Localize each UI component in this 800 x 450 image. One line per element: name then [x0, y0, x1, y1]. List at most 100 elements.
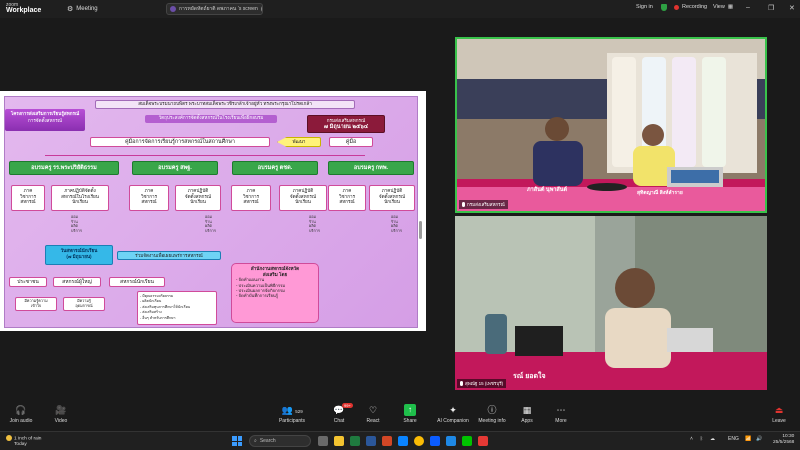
system-clock[interactable]: 10:30 25/5/2568 [773, 434, 794, 446]
participants-label: Participants [278, 418, 306, 424]
participants-button[interactable]: 👥 529 Participants [270, 404, 314, 424]
heart-icon: ♡ [368, 405, 378, 415]
side-title-block: โครงการส่งเสริมการเรียนรู้สหกรณ์ การจัดต… [5, 109, 85, 131]
chain-student-coop: สหกรณ์นักเรียน [109, 277, 165, 287]
date-box-line1: กรมส่งเสริมสหกรณ์ [326, 118, 366, 123]
unit-box-4: ภาคปฏิบัติ จัดตั้งสหกรณ์ นักเรียน [175, 185, 221, 211]
zoom-taskbar-icon[interactable] [430, 436, 440, 446]
trainer-box-2: อบรมครู สพฐ. [132, 161, 218, 175]
join-audio-button[interactable]: 🎧 Join audio [0, 404, 42, 424]
file-explorer-icon[interactable] [334, 436, 344, 446]
lang-label: ENG [728, 436, 739, 442]
app-icon[interactable] [478, 436, 488, 446]
volume-icon[interactable]: 🔊 [756, 436, 762, 442]
more-options-icon[interactable]: ⋯ [260, 5, 262, 13]
wifi-icon[interactable]: 📶 [745, 436, 751, 442]
shared-screen: สมเด็จพระบรมนาถบพิตร พระบาทสมเด็จพระวชิร… [0, 91, 426, 331]
meeting-toolbar: 🎧 Join audio 🎥 Video 👥 529 Participants 💬… [0, 402, 800, 430]
slide-header-1: สมเด็จพระบรมนาถบพิตร พระบาทสมเด็จพระวชิร… [95, 100, 355, 109]
scrollbar[interactable] [419, 221, 422, 239]
leave-label: Leave [772, 418, 786, 424]
chain-adult-coop: สหกรณ์ผู้ใหญ่ [53, 277, 101, 287]
door-exit-icon: ⏏ [774, 405, 784, 415]
task-view-icon[interactable] [318, 436, 328, 446]
tile1-caption-left: ภาสันต์ นุพาสันต์ [527, 187, 568, 193]
activity-list-2: ออม ร้าน ผลิต บริการ [205, 215, 216, 233]
ai-sparkle-icon: ✦ [449, 405, 457, 415]
gear-icon: ⚙ [67, 6, 74, 13]
tile1-name: กรมส่งเสริมสหกรณ์ [467, 202, 505, 207]
shield-icon [661, 4, 667, 11]
word-icon[interactable] [366, 436, 376, 446]
leave-button[interactable]: ⏏ Leave [758, 404, 800, 424]
edge-icon[interactable] [398, 436, 408, 446]
manual-right-box: คู่มือ [329, 137, 373, 147]
slide-header-2: วัตถุประสงค์การจัดตั้งสหกรณ์ในโรงเรียนเพ… [145, 115, 277, 123]
security-badge[interactable] [661, 4, 667, 11]
powerpoint-icon[interactable] [382, 436, 392, 446]
meeting-menu-button[interactable]: ⚙ Meeting [67, 5, 98, 13]
camera-off-icon: 🎥 [55, 405, 67, 415]
tile2-caption: รณ์ ยอดใจ [513, 373, 546, 380]
manual-main-box: คู่มือการจัดการเรียนรู้การสหกรณ์ในสถานศึ… [90, 137, 270, 147]
apps-grid-icon: ▦ [522, 405, 532, 415]
taskbar-search[interactable]: ⌕ Search [249, 435, 311, 447]
sign-in-label: Sign in [636, 4, 653, 10]
activity-list-4: ออม ร้าน ผลิต บริการ [391, 215, 402, 233]
video-tile-active-speaker[interactable]: ภาสันต์ นุพาสันต์ สุทิดญาณี สิงห์ลำราย ก… [455, 37, 767, 213]
excel-icon[interactable] [350, 436, 360, 446]
title-bar: zoom Workplace ⚙ Meeting การหยัดหัตถ์ยาต… [0, 0, 800, 18]
share-banner-text: การหยัดหัตถ์ยาติ ดพภาคน ‘s screen [179, 6, 258, 12]
share-button[interactable]: ↑ Share [389, 404, 431, 424]
recording-indicator[interactable]: Recording [674, 4, 707, 10]
react-button[interactable]: ♡ React [352, 404, 394, 424]
video-tile-participant[interactable]: รณ์ ยอดใจ สุพณัฐ 15 (เพชรบุรี) [455, 216, 767, 390]
video-button[interactable]: 🎥 Video [40, 404, 82, 424]
onedrive-icon[interactable]: ☁ [710, 436, 715, 442]
sharer-avatar-icon [170, 6, 176, 12]
maximize-icon[interactable]: ❐ [768, 4, 774, 12]
apps-label: Apps [521, 418, 533, 424]
windows-start-icon[interactable] [232, 436, 242, 446]
detail-list-box: - มีคุณธรรมจริยธรรม - ผลิตนักเรียน - ส่ง… [137, 291, 217, 325]
trainer-box-1: อบรมครู รร.พระปริยัติธรรม [9, 161, 119, 175]
chain-note-1: มีความรู้ความ เข้าใจ [15, 297, 57, 311]
meeting-label: Meeting [76, 6, 98, 12]
share-up-arrow-icon: ↑ [404, 404, 416, 416]
more-label: More [555, 418, 567, 424]
record-dot-icon [674, 4, 679, 10]
close-icon[interactable]: ✕ [789, 4, 795, 12]
outlook-icon[interactable] [446, 436, 456, 446]
bluetooth-icon[interactable]: ᛒ [700, 436, 703, 442]
province-office-box: สำนักงานสหกรณ์จังหวัด ส่งเสริม โดย - จัด… [231, 263, 319, 323]
presentation-slide: สมเด็จพระบรมนาถบพิตร พระบาทสมเด็จพระวชิร… [4, 96, 418, 328]
screen-share-banner[interactable]: การหยัดหัตถ์ยาติ ดพภาคน ‘s screen ⋯ [166, 3, 263, 15]
unit-box-7: ภาค วิชาการ สหกรณ์ [328, 185, 366, 211]
chevron-up-icon[interactable]: ˄ [690, 436, 693, 442]
brand-line2: Workplace [6, 7, 42, 14]
clock-date: 25/5/2568 [773, 440, 795, 445]
chrome-icon[interactable] [414, 436, 424, 446]
trainer-box-4: อบรมครู กทพ. [328, 161, 414, 175]
headphones-icon: 🎧 [15, 405, 27, 415]
join-audio-label: Join audio [9, 418, 33, 424]
zoom-window: zoom Workplace ⚙ Meeting การหยัดหัตถ์ยาต… [0, 0, 800, 450]
video-frame-1 [457, 39, 765, 211]
minimize-icon[interactable]: – [746, 4, 750, 11]
coop-day-box: วันสหกรณ์นักเรียน (๗ มิถุนายน) [45, 245, 113, 265]
info-icon: ⓘ [487, 405, 497, 415]
view-menu-button[interactable]: View ▦ [713, 4, 733, 10]
line-icon[interactable] [462, 436, 472, 446]
weather-widget[interactable]: 1 inch of rain Today [6, 435, 41, 448]
unit-box-8: ภาคปฏิบัติ จัดตั้งสหกรณ์ นักเรียน [369, 185, 415, 211]
date-box-line2: ๗ มิถุนายน ๒๕๖๔ [323, 124, 369, 130]
search-placeholder: Search [259, 438, 276, 444]
sign-in-link[interactable]: Sign in [636, 4, 653, 10]
more-dots-icon: ⋯ [556, 405, 566, 415]
react-label: React [366, 418, 380, 424]
more-button[interactable]: ⋯ More [540, 404, 582, 424]
tile1-caption-right: สุทิดญาณี สิงห์ลำราย [637, 190, 683, 196]
language-indicator[interactable]: ENG [728, 436, 739, 442]
weather-icon [6, 435, 12, 441]
weather-line2: Today [14, 442, 27, 448]
